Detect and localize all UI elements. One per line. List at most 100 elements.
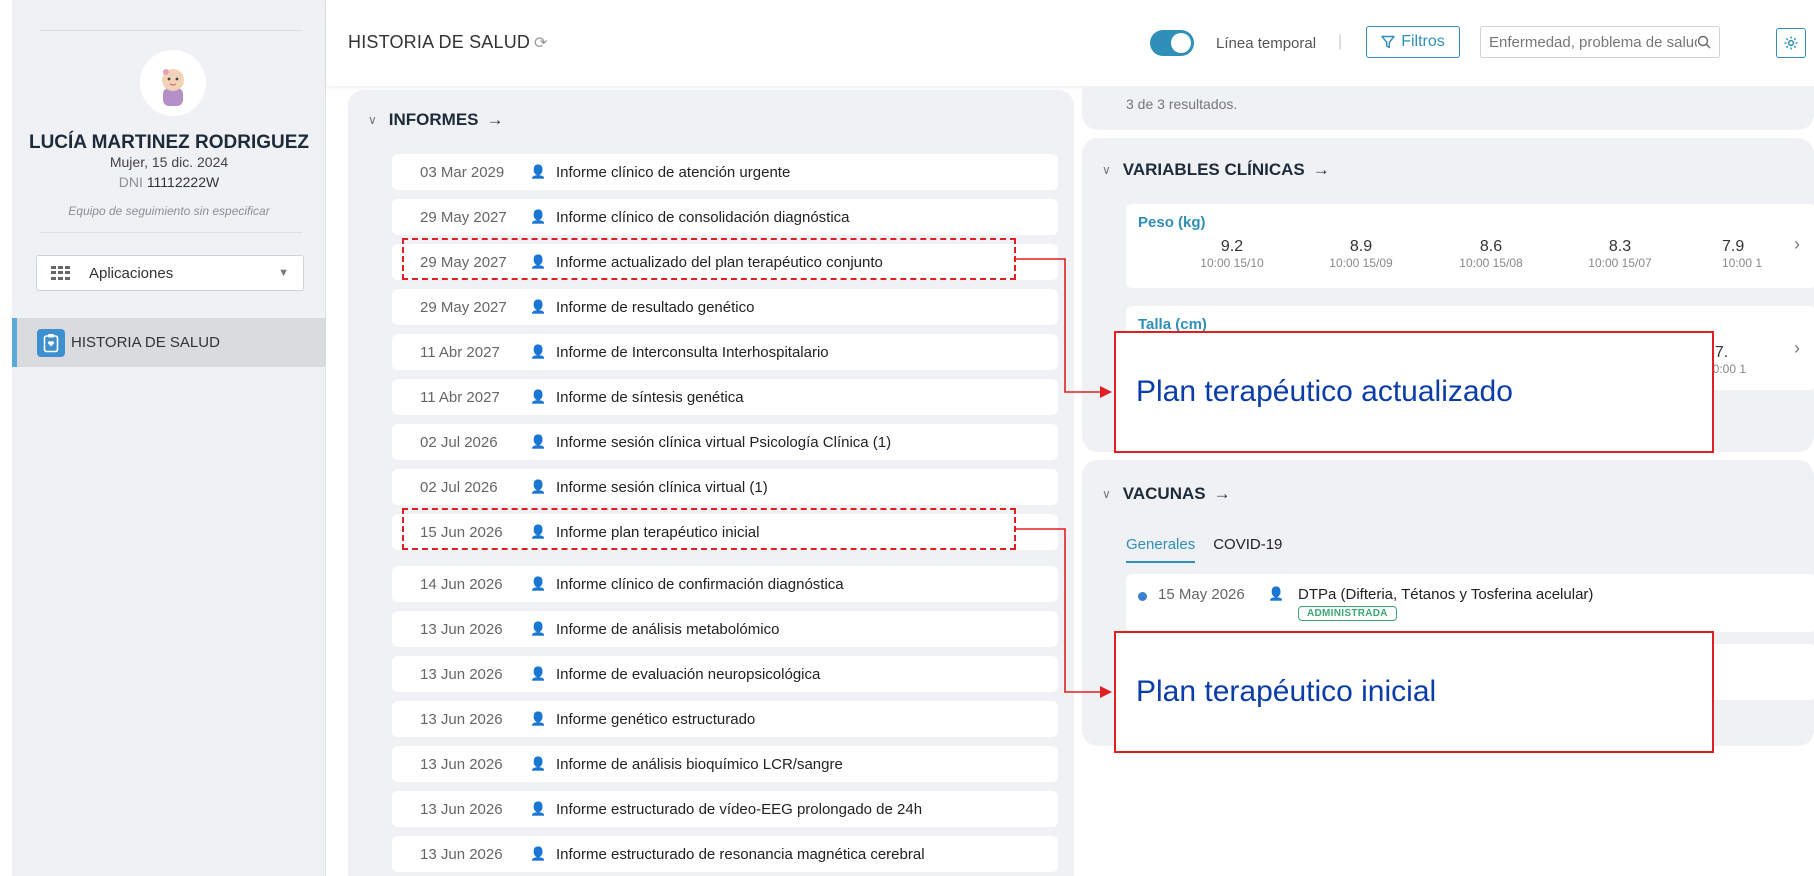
person-icon: 👤 — [530, 434, 547, 449]
value-number: 8.9 — [1349, 238, 1373, 255]
highlight-box-initial-plan — [402, 508, 1016, 550]
list-item[interactable]: 13 Jun 2026 👤 Informe estructurado de reso… — [392, 836, 1058, 872]
vacunas-heading[interactable]: ∨ VACUNAS → — [1102, 484, 1231, 504]
list-item[interactable]: 13 Jun 2026 👤 Informe de evaluación neurop… — [392, 656, 1058, 692]
informes-title: INFORMES — [388, 110, 479, 129]
chevron-down-icon: ∨ — [1102, 163, 1111, 177]
peso-card[interactable]: Peso (kg) 9.2 10:00 15/10 8.9 10:00 15/09 … — [1126, 204, 1814, 288]
peso-label: Peso (kg) — [1138, 214, 1206, 231]
person-icon: 👤 — [530, 299, 547, 314]
chevron-right-icon[interactable]: › — [1794, 234, 1800, 255]
value-time: 10:00 15/09 — [1329, 256, 1393, 270]
person-icon: 👤 — [530, 576, 547, 591]
filters-button[interactable]: Filtros — [1366, 26, 1460, 58]
sidebar-item-label: HISTORIA DE SALUD — [71, 334, 220, 351]
page-title: HISTORIA DE SALUD — [348, 32, 531, 52]
apps-dropdown[interactable]: Aplicaciones ▼ — [36, 255, 304, 291]
list-item[interactable]: 03 Mar 2029 👤 Informe clínico de atención … — [392, 154, 1058, 190]
list-item[interactable]: 11 Abr 2027 👤 Informe de síntesis genética — [392, 379, 1058, 415]
list-item[interactable]: 13 Jun 2026 👤 Informe de análisis metaboló… — [392, 611, 1058, 647]
report-date: 13 Jun 2026 — [420, 845, 503, 863]
report-date: 13 Jun 2026 — [420, 800, 503, 818]
informes-heading[interactable]: ∨ INFORMES → — [368, 110, 504, 130]
report-title: Informe de Interconsulta Interhospitalar… — [556, 343, 829, 361]
report-title: Informe clínico de atención urgente — [556, 163, 791, 181]
report-date: 11 Abr 2027 — [420, 343, 500, 361]
chevron-down-icon: ∨ — [368, 113, 377, 127]
peso-value: 8.3 10:00 15/07 — [1570, 238, 1670, 270]
person-icon: 👤 — [530, 711, 547, 726]
separator: | — [1338, 33, 1343, 50]
search-input[interactable]: Enfermedad, problema de salud... — [1480, 26, 1720, 58]
search-placeholder: Enfermedad, problema de salud... — [1489, 33, 1697, 51]
report-title: Informe clínico de confirmación diagnóst… — [556, 575, 844, 593]
value-number: 9.2 — [1220, 238, 1244, 255]
person-icon: 👤 — [530, 756, 547, 771]
list-item[interactable]: 29 May 2027 👤 Informe de resultado genétic… — [392, 289, 1058, 325]
report-title: Informe sesión clínica virtual Psicologí… — [556, 433, 892, 451]
peso-value: 9.2 10:00 15/10 — [1182, 238, 1282, 270]
report-title: Informe clínico de consolidación diagnós… — [556, 208, 850, 226]
peso-value: 8.9 10:00 15/09 — [1311, 238, 1411, 270]
list-item[interactable]: 11 Abr 2027 👤 Informe de Interconsulta Int… — [392, 334, 1058, 370]
report-date: 13 Jun 2026 — [420, 620, 503, 638]
list-item[interactable]: 13 Jun 2026 👤 Informe genético estructurad… — [392, 701, 1058, 737]
patient-meta: Mujer, 15 dic. 2024 — [109, 154, 229, 170]
filter-icon — [1381, 35, 1395, 49]
highlight-box-updated-plan — [402, 238, 1016, 280]
results-panel: 3 de 3 resultados. — [1082, 86, 1814, 130]
list-item[interactable]: 02 Jul 2026 👤 Informe sesión clínica virtu… — [392, 424, 1058, 460]
chevron-down-icon: ∨ — [1102, 487, 1111, 501]
grid-icon — [51, 266, 71, 280]
sidebar-item-historia-de-salud[interactable]: HISTORIA DE SALUD — [12, 318, 326, 367]
vaccine-item[interactable]: 15 May 2026 👤 DTPa (Difteria, Tétanos y … — [1126, 574, 1814, 632]
patient-team: Equipo de seguimiento sin especificar — [68, 204, 270, 218]
report-title: Informe estructurado de vídeo-EEG prolon… — [556, 800, 923, 818]
variables-heading[interactable]: ∨ VARIABLES CLÍNICAS → — [1102, 160, 1330, 180]
settings-button[interactable] — [1776, 28, 1806, 58]
value-number: 8.3 — [1608, 238, 1632, 255]
refresh-icon[interactable]: ⟳ — [534, 33, 547, 53]
patient-name: LUCÍA MARTINEZ RODRIGUEZ — [28, 132, 310, 153]
variables-title: VARIABLES CLÍNICAS — [1122, 160, 1305, 179]
person-icon: 👤 — [530, 846, 547, 861]
status-dot — [1138, 592, 1147, 601]
talla-value: 67. 10:00 1 — [1706, 344, 1770, 376]
report-date: 13 Jun 2026 — [420, 710, 503, 728]
callout-updated-plan: Plan terapéutico actualizado — [1114, 331, 1714, 453]
person-icon: 👤 — [530, 344, 547, 359]
timeline-label: Línea temporal — [1216, 35, 1317, 52]
timeline-toggle[interactable] — [1150, 30, 1194, 56]
dni-value: 11112222W — [146, 174, 220, 190]
report-date: 14 Jun 2026 — [420, 575, 503, 593]
list-item[interactable]: 02 Jul 2026 👤 Informe sesión clínica virtu… — [392, 469, 1058, 505]
person-icon: 👤 — [530, 666, 547, 681]
apps-label: Aplicaciones — [89, 264, 174, 282]
settings-icon — [1784, 36, 1798, 50]
report-date: 11 Abr 2027 — [420, 388, 500, 406]
value-time: 10:00 1 — [1706, 362, 1747, 376]
tab-covid-19[interactable]: COVID-19 — [1213, 536, 1282, 563]
patient-dni: DNI 11112222W — [12, 174, 326, 190]
value-time: 10:00 1 — [1722, 256, 1763, 270]
chevron-right-icon[interactable]: › — [1794, 338, 1800, 359]
report-date: 29 May 2027 — [420, 298, 507, 316]
toggle-knob — [1171, 33, 1191, 53]
tab-generales[interactable]: Generales — [1126, 536, 1196, 563]
vaccine-name: DTPa (Difteria, Tétanos y Tosferina acel… — [1298, 586, 1594, 603]
avatar — [140, 50, 206, 116]
value-number: 7.9 — [1722, 238, 1745, 255]
report-title: Informe de síntesis genética — [556, 388, 744, 406]
person-icon: 👤 — [530, 801, 547, 816]
report-title: Informe de evaluación neuropsicológica — [556, 665, 821, 683]
list-item[interactable]: 14 Jun 2026 👤 Informe clínico de confirmac… — [392, 566, 1058, 602]
report-date: 13 Jun 2026 — [420, 755, 503, 773]
list-item[interactable]: 13 Jun 2026 👤 Informe estructurado de víde… — [392, 791, 1058, 827]
top-header: HISTORIA DE SALUD ⟳ Línea temporal | Fil… — [326, 0, 1814, 86]
arrow-right-icon: → — [1312, 160, 1330, 179]
vacunas-title: VACUNAS — [1122, 484, 1206, 503]
sidebar: LUCÍA MARTINEZ RODRIGUEZ Mujer, 15 dic. … — [12, 0, 326, 876]
report-date: 02 Jul 2026 — [420, 433, 498, 451]
list-item[interactable]: 29 May 2027 👤 Informe clínico de consolida… — [392, 199, 1058, 235]
list-item[interactable]: 13 Jun 2026 👤 Informe de análisis bioquími… — [392, 746, 1058, 782]
